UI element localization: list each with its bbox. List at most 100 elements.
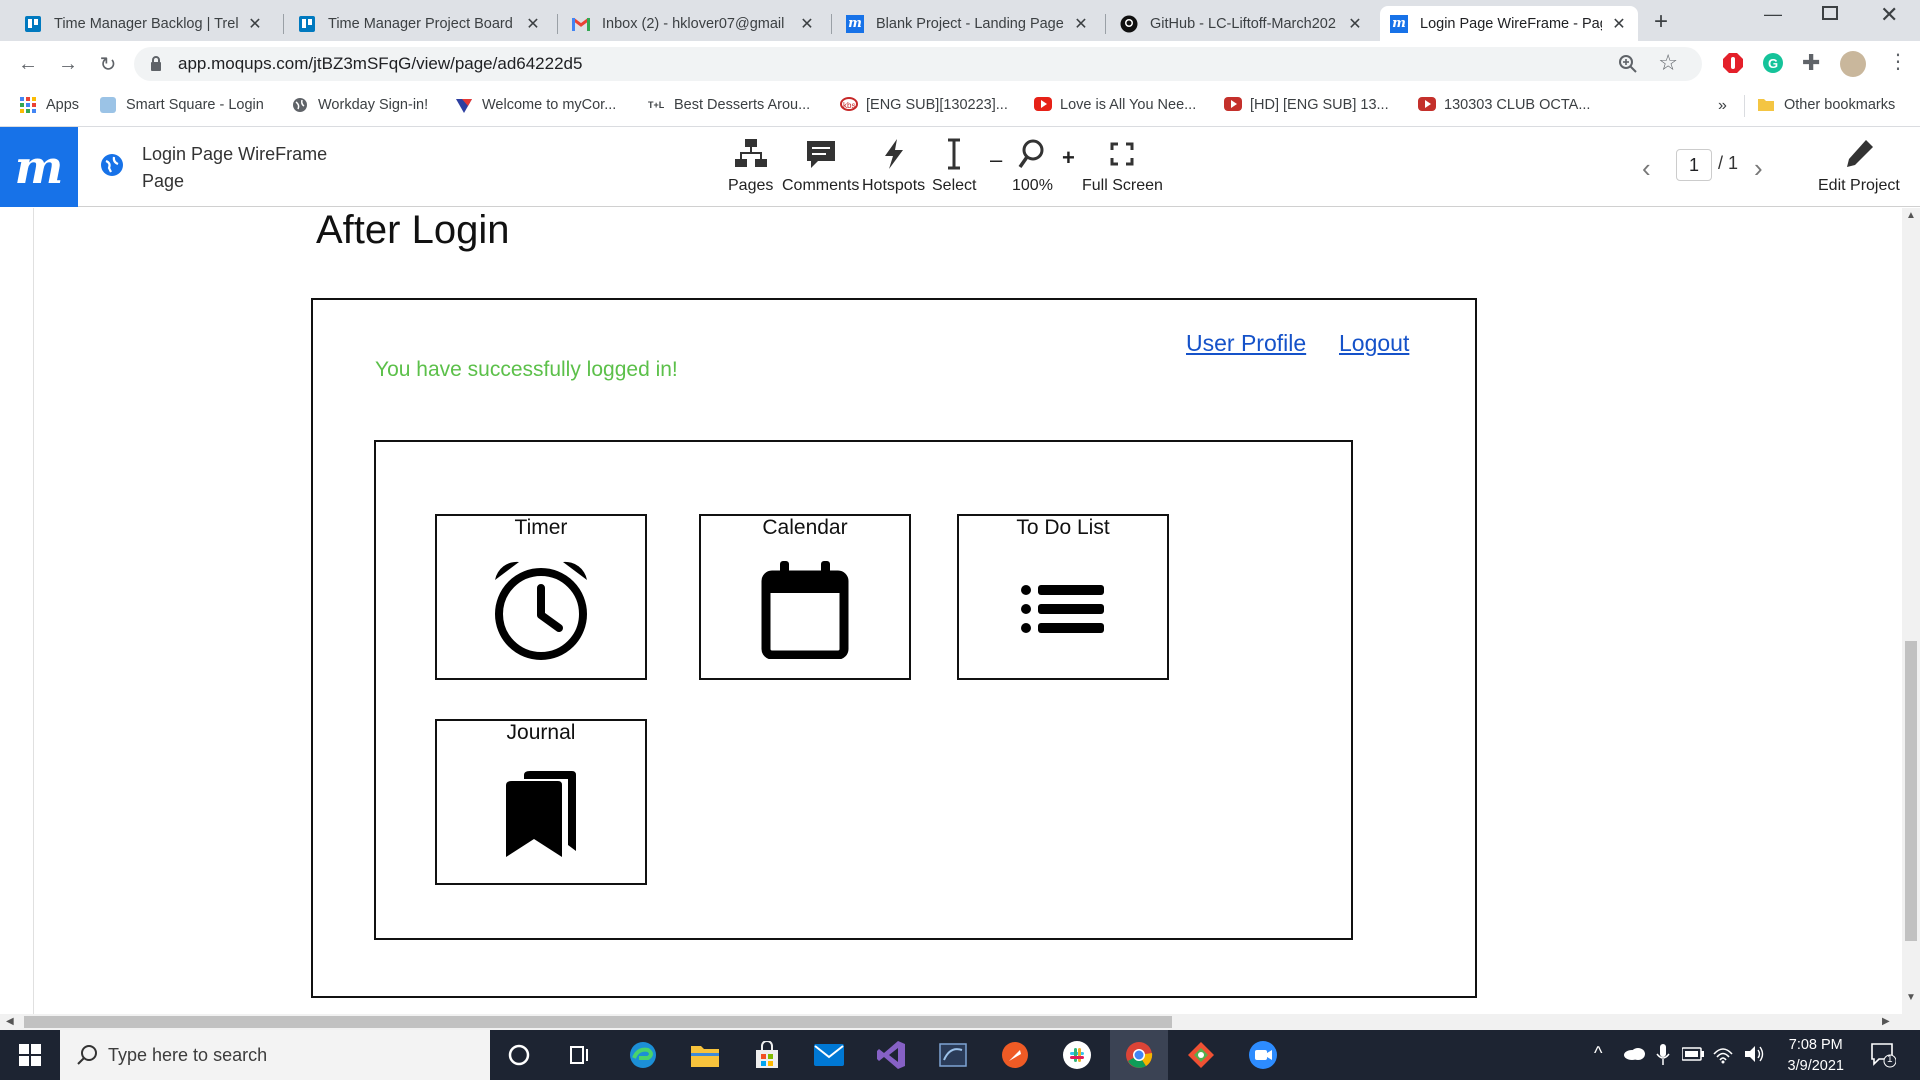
slack-icon[interactable] xyxy=(1048,1030,1106,1080)
scroll-right-icon[interactable]: ▶ xyxy=(1882,1016,1890,1027)
journal-card[interactable]: Journal xyxy=(435,719,647,885)
canvas-viewport[interactable]: After Login User Profile Logout You have… xyxy=(0,208,1920,1014)
tab-strip: Time Manager Backlog | Trell ✕ Time Mana… xyxy=(0,0,1920,41)
scroll-down-icon[interactable]: ▼ xyxy=(1906,992,1916,1003)
onedrive-icon[interactable] xyxy=(1622,1045,1646,1066)
tab-trello-board[interactable]: Time Manager Project Board ✕ xyxy=(288,6,552,41)
url-text: app.moqups.com/jtBZ3mSFqG/view/page/ad64… xyxy=(178,54,583,73)
omnibox[interactable]: app.moqups.com/jtBZ3mSFqG/view/page/ad64… xyxy=(134,47,1702,81)
horizontal-scrollbar[interactable]: ◀ ▶ xyxy=(0,1014,1920,1030)
zoom-in-button[interactable]: + xyxy=(1062,145,1075,171)
success-message: You have successfully logged in! xyxy=(375,358,678,381)
horizontal-scroll-thumb[interactable] xyxy=(24,1016,1172,1028)
taskbar-search-box[interactable]: Type here to search xyxy=(60,1030,490,1080)
next-page-chevron-icon[interactable]: › xyxy=(1754,153,1763,184)
more-bookmarks-button[interactable]: » xyxy=(1718,97,1727,115)
tab-gmail[interactable]: Inbox (2) - hklover07@gmail ✕ xyxy=(562,6,826,41)
zoom-app-icon[interactable] xyxy=(1234,1030,1292,1080)
hotspots-tool[interactable]: Hotspots xyxy=(862,137,925,195)
zoom-out-button[interactable]: – xyxy=(990,147,1002,173)
reload-icon[interactable]: ↻ xyxy=(94,50,122,78)
vertical-scrollbar[interactable]: ▲ ▼ xyxy=(1902,208,1920,1014)
tab-github[interactable]: GitHub - LC-Liftoff-March202 ✕ xyxy=(1110,6,1374,41)
close-icon[interactable]: ✕ xyxy=(1346,14,1364,34)
bookmark-youtube-1[interactable]: Love is All You Nee... xyxy=(1034,97,1196,113)
scroll-left-icon[interactable]: ◀ xyxy=(6,1016,14,1027)
close-icon[interactable]: ✕ xyxy=(246,14,264,34)
chrome-icon[interactable] xyxy=(1110,1030,1168,1080)
cortana-icon[interactable] xyxy=(490,1030,548,1080)
timer-card[interactable]: Timer xyxy=(435,514,647,680)
back-icon[interactable]: ← xyxy=(14,50,42,78)
profile-avatar[interactable] xyxy=(1840,51,1866,77)
moqups-logo[interactable]: m xyxy=(0,127,78,207)
bookmark-label: Welcome to myCor... xyxy=(482,97,617,113)
bookmark-apps[interactable]: Apps xyxy=(20,97,79,113)
bookmark-label: [HD] [ENG SUB] 13... xyxy=(1250,97,1389,113)
extensions-puzzle-icon[interactable]: ✚ xyxy=(1802,50,1820,76)
comments-tool[interactable]: Comments xyxy=(782,137,859,195)
tab-trello-backlog[interactable]: Time Manager Backlog | Trell ✕ xyxy=(14,6,274,41)
store-icon[interactable] xyxy=(738,1030,796,1080)
git-icon[interactable] xyxy=(1172,1030,1230,1080)
vertical-scroll-thumb[interactable] xyxy=(1905,641,1917,941)
close-icon[interactable]: ✕ xyxy=(1610,14,1628,34)
todo-list-card[interactable]: To Do List xyxy=(957,514,1169,680)
file-explorer-icon[interactable] xyxy=(676,1030,734,1080)
prev-page-chevron-icon[interactable]: ‹ xyxy=(1642,153,1651,184)
start-button[interactable] xyxy=(0,1030,60,1080)
volume-icon[interactable] xyxy=(1744,1044,1766,1069)
user-profile-link[interactable]: User Profile xyxy=(1186,330,1306,357)
battery-icon[interactable] xyxy=(1681,1047,1704,1066)
bookmark-workday[interactable]: Workday Sign-in! xyxy=(292,97,428,113)
bookmark-smart-square[interactable]: Smart Square - Login xyxy=(100,97,264,113)
comment-icon xyxy=(806,141,835,168)
apps-grid-icon xyxy=(20,97,36,113)
tab-moqups-blank[interactable]: m Blank Project - Landing Page ✕ xyxy=(836,6,1100,41)
fullscreen-tool[interactable]: Full Screen xyxy=(1082,137,1163,195)
close-icon[interactable]: ✕ xyxy=(798,14,816,34)
calendar-card[interactable]: Calendar xyxy=(699,514,911,680)
sql-icon[interactable] xyxy=(924,1030,982,1080)
grammarly-extension-icon[interactable]: G xyxy=(1762,52,1784,79)
zoom-icon[interactable] xyxy=(1618,54,1638,79)
adblock-extension-icon[interactable] xyxy=(1722,52,1744,79)
postman-icon[interactable] xyxy=(986,1030,1044,1080)
close-icon[interactable]: ✕ xyxy=(1072,14,1090,34)
moqups-icon: m xyxy=(1390,14,1408,33)
bookmark-youtube-3[interactable]: 130303 CLUB OCTA... xyxy=(1418,97,1590,113)
bookmark-kbs[interactable]: kbs [ENG SUB][130223]... xyxy=(840,97,1008,113)
other-bookmarks[interactable]: Other bookmarks xyxy=(1758,97,1895,113)
bookmark-desserts[interactable]: T+L Best Desserts Arou... xyxy=(648,97,810,113)
restore-button[interactable] xyxy=(1822,6,1838,20)
system-clock[interactable]: 7:08 PM 3/9/2021 xyxy=(1788,1035,1844,1077)
minimize-button[interactable]: — xyxy=(1764,4,1782,25)
tab-moqups-login-active[interactable]: m Login Page WireFrame - Page ✕ xyxy=(1380,6,1638,41)
canvas-gutter xyxy=(0,208,34,1014)
select-tool[interactable]: Select xyxy=(932,137,976,195)
close-icon[interactable]: ✕ xyxy=(524,14,542,34)
page-number-input[interactable]: 1 xyxy=(1676,149,1712,181)
edge-icon[interactable] xyxy=(614,1030,672,1080)
bookmark-youtube-2[interactable]: [HD] [ENG SUB] 13... xyxy=(1224,97,1389,113)
menu-kebab-icon[interactable]: ⋮ xyxy=(1888,49,1908,74)
scroll-up-icon[interactable]: ▲ xyxy=(1906,210,1916,221)
bookmark-mycor[interactable]: Welcome to myCor... xyxy=(456,97,616,113)
star-icon[interactable]: ☆ xyxy=(1658,50,1678,76)
pages-tool[interactable]: Pages xyxy=(728,137,773,195)
forward-icon[interactable]: → xyxy=(54,50,82,78)
close-window-button[interactable]: ✕ xyxy=(1880,2,1898,28)
wifi-icon[interactable] xyxy=(1712,1044,1734,1069)
new-tab-button[interactable]: + xyxy=(1654,8,1668,36)
visual-studio-icon[interactable] xyxy=(862,1030,920,1080)
mail-icon[interactable] xyxy=(800,1030,858,1080)
tl-icon: T+L xyxy=(648,100,665,110)
logout-link[interactable]: Logout xyxy=(1339,330,1409,357)
zoom-tool[interactable]: 100% xyxy=(1012,137,1053,195)
tray-chevron-icon[interactable]: ^ xyxy=(1594,1043,1602,1064)
task-view-icon[interactable] xyxy=(550,1030,608,1080)
bookmark-label: 130303 CLUB OCTA... xyxy=(1444,97,1591,113)
notifications-icon[interactable]: 1 xyxy=(1870,1042,1897,1073)
microphone-icon[interactable] xyxy=(1656,1044,1670,1071)
edit-project-button[interactable]: Edit Project xyxy=(1818,137,1900,195)
